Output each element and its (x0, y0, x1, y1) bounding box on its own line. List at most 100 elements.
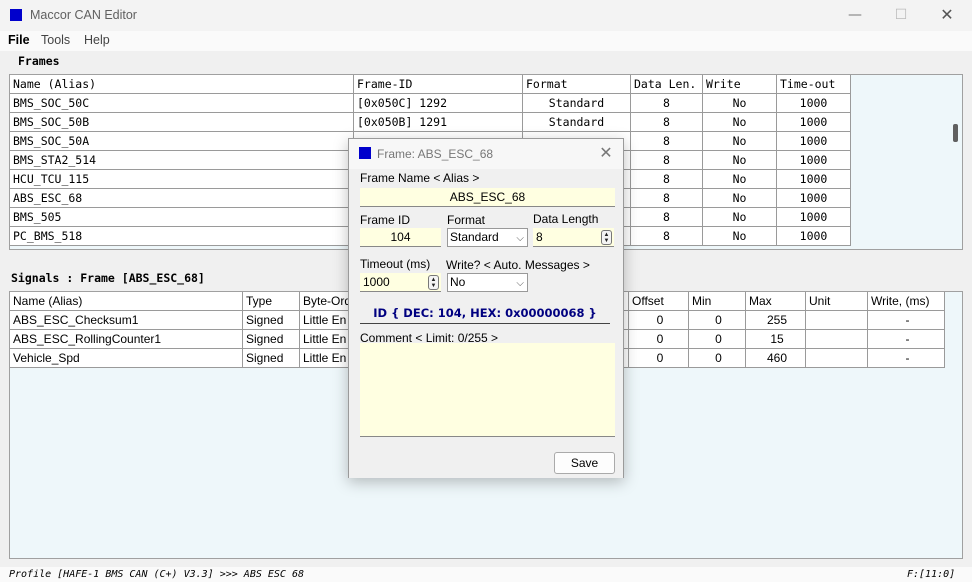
signals-col-unit[interactable]: Unit (806, 292, 868, 311)
dialog-title: Frame: ABS_ESC_68 (377, 147, 494, 161)
spin-down-icon[interactable]: ▼ (429, 283, 438, 289)
timeout-spinner[interactable]: 1000 ▲ ▼ (360, 273, 441, 292)
frame-name-cell: PC_BMS_518 (10, 227, 354, 246)
frame-timeout-cell: 1000 (777, 170, 851, 189)
write-select[interactable]: No ⌵ (447, 273, 528, 292)
signal-max-cell: 460 (746, 349, 806, 368)
spin-down-icon[interactable]: ▼ (602, 238, 611, 244)
dialog-title-bar[interactable]: Frame: ABS_ESC_68 ✕ (349, 139, 623, 169)
frame-name-cell: ABS_ESC_68 (10, 189, 354, 208)
signal-name-cell: Vehicle_Spd (10, 349, 243, 368)
chevron-down-icon: ⌵ (516, 233, 524, 244)
data-length-value: 8 (536, 230, 543, 244)
minimize-button[interactable]: — (835, 4, 875, 28)
signal-type-cell: Signed (243, 311, 300, 330)
frame-dlen-cell: 8 (631, 113, 703, 132)
signal-unit-cell (806, 311, 868, 330)
chevron-down-icon: ⌵ (516, 278, 524, 289)
signal-write-cell: - (868, 349, 945, 368)
menu-help[interactable]: Help (84, 33, 110, 47)
dialog-close-button[interactable]: ✕ (596, 143, 616, 163)
title-bar: Maccor CAN Editor — ☐ ✕ (0, 0, 972, 31)
frame-write-cell: No (703, 113, 777, 132)
frame-dlen-cell: 8 (631, 189, 703, 208)
signals-col-write-ms[interactable]: Write, (ms) (868, 292, 945, 311)
signal-unit-cell (806, 349, 868, 368)
window-title: Maccor CAN Editor (30, 8, 137, 22)
frame-dlen-cell: 8 (631, 132, 703, 151)
frame-dlen-cell: 8 (631, 208, 703, 227)
data-length-label: Data Length (533, 212, 599, 226)
frames-scrollbar-thumb[interactable] (953, 124, 958, 142)
format-select-value: Standard (450, 230, 499, 244)
signal-name-cell: ABS_ESC_Checksum1 (10, 311, 243, 330)
spinner-arrows-icon[interactable]: ▲ ▼ (601, 230, 612, 245)
frame-write-cell: No (703, 151, 777, 170)
frames-scrollbar[interactable] (949, 75, 962, 249)
format-label: Format (447, 213, 486, 227)
frame-write-cell: No (703, 132, 777, 151)
status-position-text: F:[11:0] (907, 569, 956, 580)
frame-timeout-cell: 1000 (777, 132, 851, 151)
timeout-label: Timeout (ms) (360, 257, 431, 271)
frame-name-label: Frame Name < Alias > (360, 171, 480, 185)
signals-col-min[interactable]: Min (689, 292, 746, 311)
frame-write-cell: No (703, 94, 777, 113)
signals-col-offset[interactable]: Offset (629, 292, 689, 311)
frame-dlen-cell: 8 (631, 227, 703, 246)
dialog-footer: Save (349, 448, 623, 478)
spinner-arrows-icon[interactable]: ▲ ▼ (428, 275, 439, 290)
frames-col-name[interactable]: Name (Alias) (10, 75, 354, 94)
frames-group-label: Frames (18, 54, 60, 68)
frame-write-cell: No (703, 227, 777, 246)
data-length-spinner[interactable]: 8 ▲ ▼ (533, 228, 614, 247)
status-bar: Profile [HAFE-1 BMS CAN (C+) V3.3] >>> A… (0, 567, 972, 582)
frame-timeout-cell: 1000 (777, 113, 851, 132)
menu-file[interactable]: File (8, 33, 30, 47)
signal-min-cell: 0 (689, 349, 746, 368)
signals-col-type[interactable]: Type (243, 292, 300, 311)
frames-col-format[interactable]: Format (523, 75, 631, 94)
app-icon (10, 9, 22, 21)
signal-unit-cell (806, 330, 868, 349)
signals-col-max[interactable]: Max (746, 292, 806, 311)
frames-col-data-len[interactable]: Data Len. (631, 75, 703, 94)
frame-name-cell: BMS_STA2_514 (10, 151, 354, 170)
format-select[interactable]: Standard ⌵ (447, 228, 528, 247)
write-select-value: No (450, 275, 466, 289)
frame-timeout-cell: 1000 (777, 151, 851, 170)
signal-type-cell: Signed (243, 349, 300, 368)
signal-min-cell: 0 (689, 311, 746, 330)
dialog-body: Frame Name < Alias > ABS_ESC_68 Frame ID… (349, 169, 623, 448)
frame-format-cell: Standard (523, 94, 631, 113)
signal-offset-cell: 0 (629, 311, 689, 330)
frame-dlen-cell: 8 (631, 170, 703, 189)
signals-col-name[interactable]: Name (Alias) (10, 292, 243, 311)
frame-name-cell: HCU_TCU_115 (10, 170, 354, 189)
signal-offset-cell: 0 (629, 330, 689, 349)
signal-write-cell: - (868, 330, 945, 349)
frames-header-row: Name (Alias) Frame-ID Format Data Len. W… (10, 75, 851, 94)
frame-id-input[interactable]: 104 (360, 228, 441, 247)
frame-timeout-cell: 1000 (777, 227, 851, 246)
frames-col-timeout[interactable]: Time-out (777, 75, 851, 94)
frame-dlen-cell: 8 (631, 94, 703, 113)
frame-format-cell: Standard (523, 113, 631, 132)
frame-name-input[interactable]: ABS_ESC_68 (360, 188, 615, 207)
frame-id-cell: [0x050C] 1292 (354, 94, 523, 113)
frames-col-write[interactable]: Write (703, 75, 777, 94)
write-label: Write? < Auto. Messages > (446, 258, 590, 272)
menu-tools[interactable]: Tools (41, 33, 70, 47)
frame-dialog: Frame: ABS_ESC_68 ✕ Frame Name < Alias >… (348, 138, 624, 478)
close-button[interactable]: ✕ (927, 4, 967, 28)
frame-id-info: ID { DEC: 104, HEX: 0x00000068 } (360, 306, 610, 324)
frame-id-label: Frame ID (360, 213, 411, 227)
comment-textarea[interactable] (360, 343, 615, 437)
frames-col-frame-id[interactable]: Frame-ID (354, 75, 523, 94)
maximize-button[interactable]: ☐ (881, 4, 921, 28)
table-row[interactable]: BMS_SOC_50B [0x050B] 1291 Standard 8 No … (10, 113, 851, 132)
timeout-value: 1000 (363, 275, 390, 289)
save-button[interactable]: Save (554, 452, 615, 474)
table-row[interactable]: BMS_SOC_50C [0x050C] 1292 Standard 8 No … (10, 94, 851, 113)
frame-timeout-cell: 1000 (777, 208, 851, 227)
